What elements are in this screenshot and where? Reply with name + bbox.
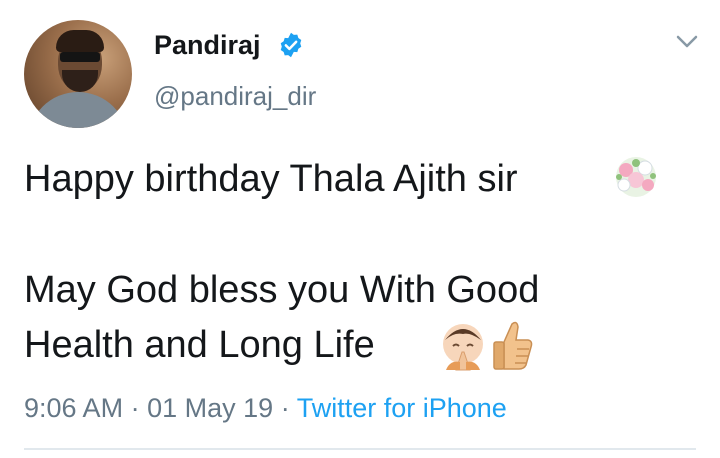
folded-hands-icon: [443, 324, 483, 371]
tweet: Pandiraj @pandiraj_dir Happy birthday Th…: [0, 0, 720, 458]
tweet-date[interactable]: 01 May 19: [147, 393, 273, 423]
meta-separator: ·: [130, 393, 140, 423]
tweet-meta: 9:06 AM · 01 May 19 · Twitter for iPhone: [24, 391, 507, 425]
tweet-text-line: Happy birthday Thala Ajith sir: [24, 158, 518, 200]
divider: [24, 448, 696, 450]
author-handle[interactable]: @pandiraj_dir: [154, 80, 316, 112]
verified-badge-icon: [280, 32, 302, 58]
tweet-text-line: May God bless you With Good: [24, 269, 540, 311]
author-name[interactable]: Pandiraj: [154, 28, 261, 62]
tweet-time[interactable]: 9:06 AM: [24, 393, 123, 423]
tweet-source-link[interactable]: Twitter for iPhone: [297, 393, 507, 423]
chevron-down-icon[interactable]: [675, 34, 699, 50]
meta-separator: ·: [280, 393, 290, 423]
bouquet-icon: [616, 157, 656, 197]
thumbs-up-icon: [493, 321, 533, 370]
tweet-text-line: Health and Long Life: [24, 324, 375, 366]
avatar[interactable]: [24, 20, 132, 128]
